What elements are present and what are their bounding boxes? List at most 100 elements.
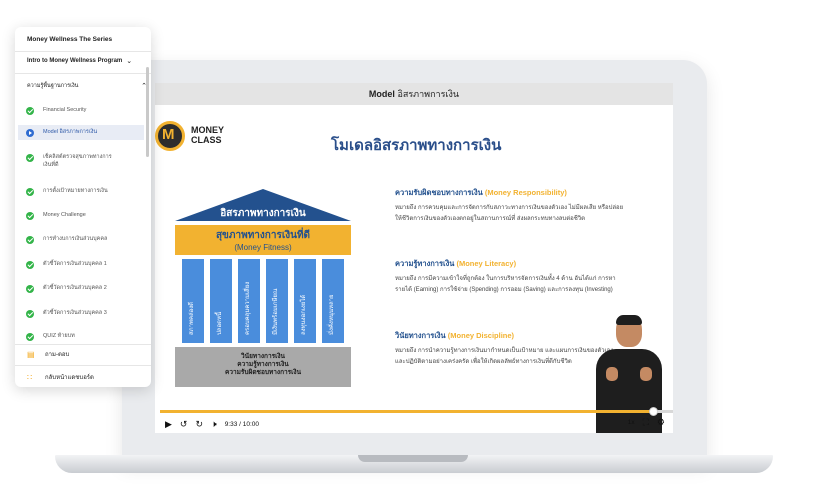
program-dropdown[interactable]: Intro to Money Wellness Program ⌄ [27,57,132,65]
stage: Model อิสรภาพการเงิน M MONEY CLASS โมเดล… [0,0,825,500]
pillar: ปลอดหนี้ [210,259,232,343]
video-title: Model อิสรภาพการเงิน [369,87,459,101]
logo-text: MONEY CLASS [191,125,224,145]
check-icon [26,285,34,293]
logo-m-icon: M [162,126,175,143]
lesson-item[interactable]: การทำงบการเงินส่วนบุคคล [18,232,144,247]
divider [15,365,151,366]
lesson-label: การตั้งเป้าหมายทางการเงิน [43,188,108,194]
controls-right: 1x ⛶ ⚙ [628,417,665,427]
progress-fill [160,410,653,413]
video-frame[interactable]: M MONEY CLASS โมเดลอิสรภาพทางการเงิน อิส… [155,105,673,433]
pillar-diagram-beam: สุขภาพทางการเงินที่ดี (Money Fitness) [175,225,351,255]
lesson-item[interactable]: ตัวชี้วัดการเงินส่วนบุคคล 1 [18,257,144,272]
check-icon [26,107,34,115]
beam-line-1: สุขภาพทางการเงินที่ดี [215,230,311,241]
lesson-label: QUIZ ท้ายบท [43,333,75,339]
progress-bar[interactable] [160,407,673,416]
section-heading-th: ความรู้ทางการเงิน [395,259,455,268]
lesson-item[interactable]: การตั้งเป้าหมายทางการเงิน [18,184,144,199]
course-sidebar: Money Wellness The Series Intro to Money… [15,27,151,387]
check-icon [26,212,34,220]
beam-line-2: (Money Fitness) [234,243,292,252]
forward-icon[interactable]: ↻ [195,419,203,429]
pillar: มั่งคั่งหนุนหลาย [322,259,344,343]
logo-line-1: MONEY [191,125,225,135]
controls-left: ▶ ↺ ↻ 🕨 9:33 / 10:00 [165,417,259,431]
pillar-label: สภาพคล่องดี [189,301,195,335]
section-body: หมายถึง การควบคุมและการจัดการกับสภาวะทาง… [395,205,624,222]
lesson-item[interactable]: Money Challenge [18,208,144,223]
section-header[interactable]: ความรู้พื้นฐานการเงิน ⌃ [27,82,147,90]
presenter-hand [640,367,652,381]
base-line: ความรับผิดชอบทางการเงิน [224,369,302,376]
section-label: ความรู้พื้นฐานการเงิน [27,83,79,89]
section-heading-th: ความรับผิดชอบทางการเงิน [395,188,483,197]
pillar: ครอบคลุมความเสี่ยง [238,259,260,343]
chat-icon: ▤ [27,349,35,359]
check-icon [26,333,34,341]
speed-button[interactable]: 1x [628,419,635,426]
divider [15,51,151,52]
settings-icon[interactable]: ⚙ [657,417,665,427]
pillar: มีเงินพร้อมเกษียณ [266,259,288,343]
qa-link[interactable]: ▤ ถาม-ตอบ [27,349,69,359]
pillar-label: มีเงินพร้อมเกษียณ [273,288,279,336]
laptop-notch [358,455,468,462]
check-icon [26,188,34,196]
pillar: สภาพคล่องดี [182,259,204,343]
rewind-icon[interactable]: ↺ [180,419,188,429]
section-heading-en: (Money Literacy) [456,259,517,268]
lesson-label: Model อิสรภาพการเงิน [43,129,98,135]
section-heading: ความรู้ทางการเงิน (Money Literacy) [395,258,625,270]
fullscreen-icon[interactable]: ⛶ [643,417,649,427]
lesson-item[interactable]: ตัวชี้วัดการเงินส่วนบุคคล 2 [18,281,144,296]
section-heading-th: วินัยทางการเงิน [395,331,446,340]
chevron-down-icon: ⌄ [126,58,133,65]
section-heading-en: (Money Responsibility) [484,188,567,197]
video-title-rest: อิสรภาพการเงิน [397,89,460,99]
pillar-diagram-base: วินัยทางการเงิน ความรู้ทางการเงิน ความรั… [175,347,351,387]
dashboard-label: กลับหน้าแดชบอร์ด [45,375,94,381]
lesson-item[interactable]: QUIZ ท้ายบท [18,329,144,344]
player-controls: ▶ ↺ ↻ 🕨 9:33 / 10:00 1x ⛶ ⚙ [155,405,673,433]
sidebar-scrollbar[interactable] [146,67,149,157]
lesson-label: Financial Security [43,107,87,113]
slide-title: โมเดลอิสรภาพทางการเงิน [331,137,502,154]
base-line: วินัยทางการเงิน [241,353,285,360]
video-player: Model อิสรภาพการเงิน M MONEY CLASS โมเดล… [155,83,673,433]
video-title-bold: Model [368,89,395,99]
time-display: 9:33 / 10:00 [224,420,260,428]
check-icon [26,261,34,269]
play-icon[interactable]: ▶ [165,419,172,429]
course-title: Money Wellness The Series [27,36,113,43]
pillar-label: ปลอดหนี้ [217,311,223,335]
lesson-label: เช็คลิสต์ตรวจสุขภาพทางการเงินที่ดี [43,154,112,168]
divider [15,73,151,74]
lesson-item-active[interactable]: Model อิสรภาพการเงิน [18,125,144,140]
lesson-label: ตัวชี้วัดการเงินส่วนบุคคล 1 [43,261,107,267]
check-icon [26,154,34,162]
logo-line-2: CLASS [191,135,222,145]
section-literacy: ความรู้ทางการเงิน (Money Literacy) หมายถ… [395,258,625,296]
grid-icon: ∷ [27,372,33,382]
pillar-label: ลงทุนงอกเงยได้ [301,294,307,335]
qa-label: ถาม-ตอบ [45,352,70,358]
section-heading: ความรับผิดชอบทางการเงิน (Money Responsib… [395,187,625,199]
check-icon [26,310,34,318]
check-icon [26,236,34,244]
presenter-hand [606,367,618,381]
presenter-hair [616,315,642,325]
lesson-label: Money Challenge [43,212,86,218]
progress-knob[interactable] [648,407,658,416]
section-responsibility: ความรับผิดชอบทางการเงิน (Money Responsib… [395,187,625,225]
volume-icon[interactable]: 🕨 [211,419,217,429]
lesson-item[interactable]: Financial Security [18,103,144,118]
program-dropdown-label: Intro to Money Wellness Program [27,58,123,64]
dashboard-link[interactable]: ∷ กลับหน้าแดชบอร์ด [27,372,94,382]
lesson-item[interactable]: ตัวชี้วัดการเงินส่วนบุคคล 3 [18,306,144,321]
lesson-label: ตัวชี้วัดการเงินส่วนบุคคล 3 [43,310,107,316]
section-body: หมายถึง การมีความเข้าใจที่ถูกต้อง ในการบ… [395,276,616,293]
roof-label: อิสรภาพทางการเงิน [220,208,306,219]
lesson-item[interactable]: เช็คลิสต์ตรวจสุขภาพทางการเงินที่ดี [18,150,144,172]
